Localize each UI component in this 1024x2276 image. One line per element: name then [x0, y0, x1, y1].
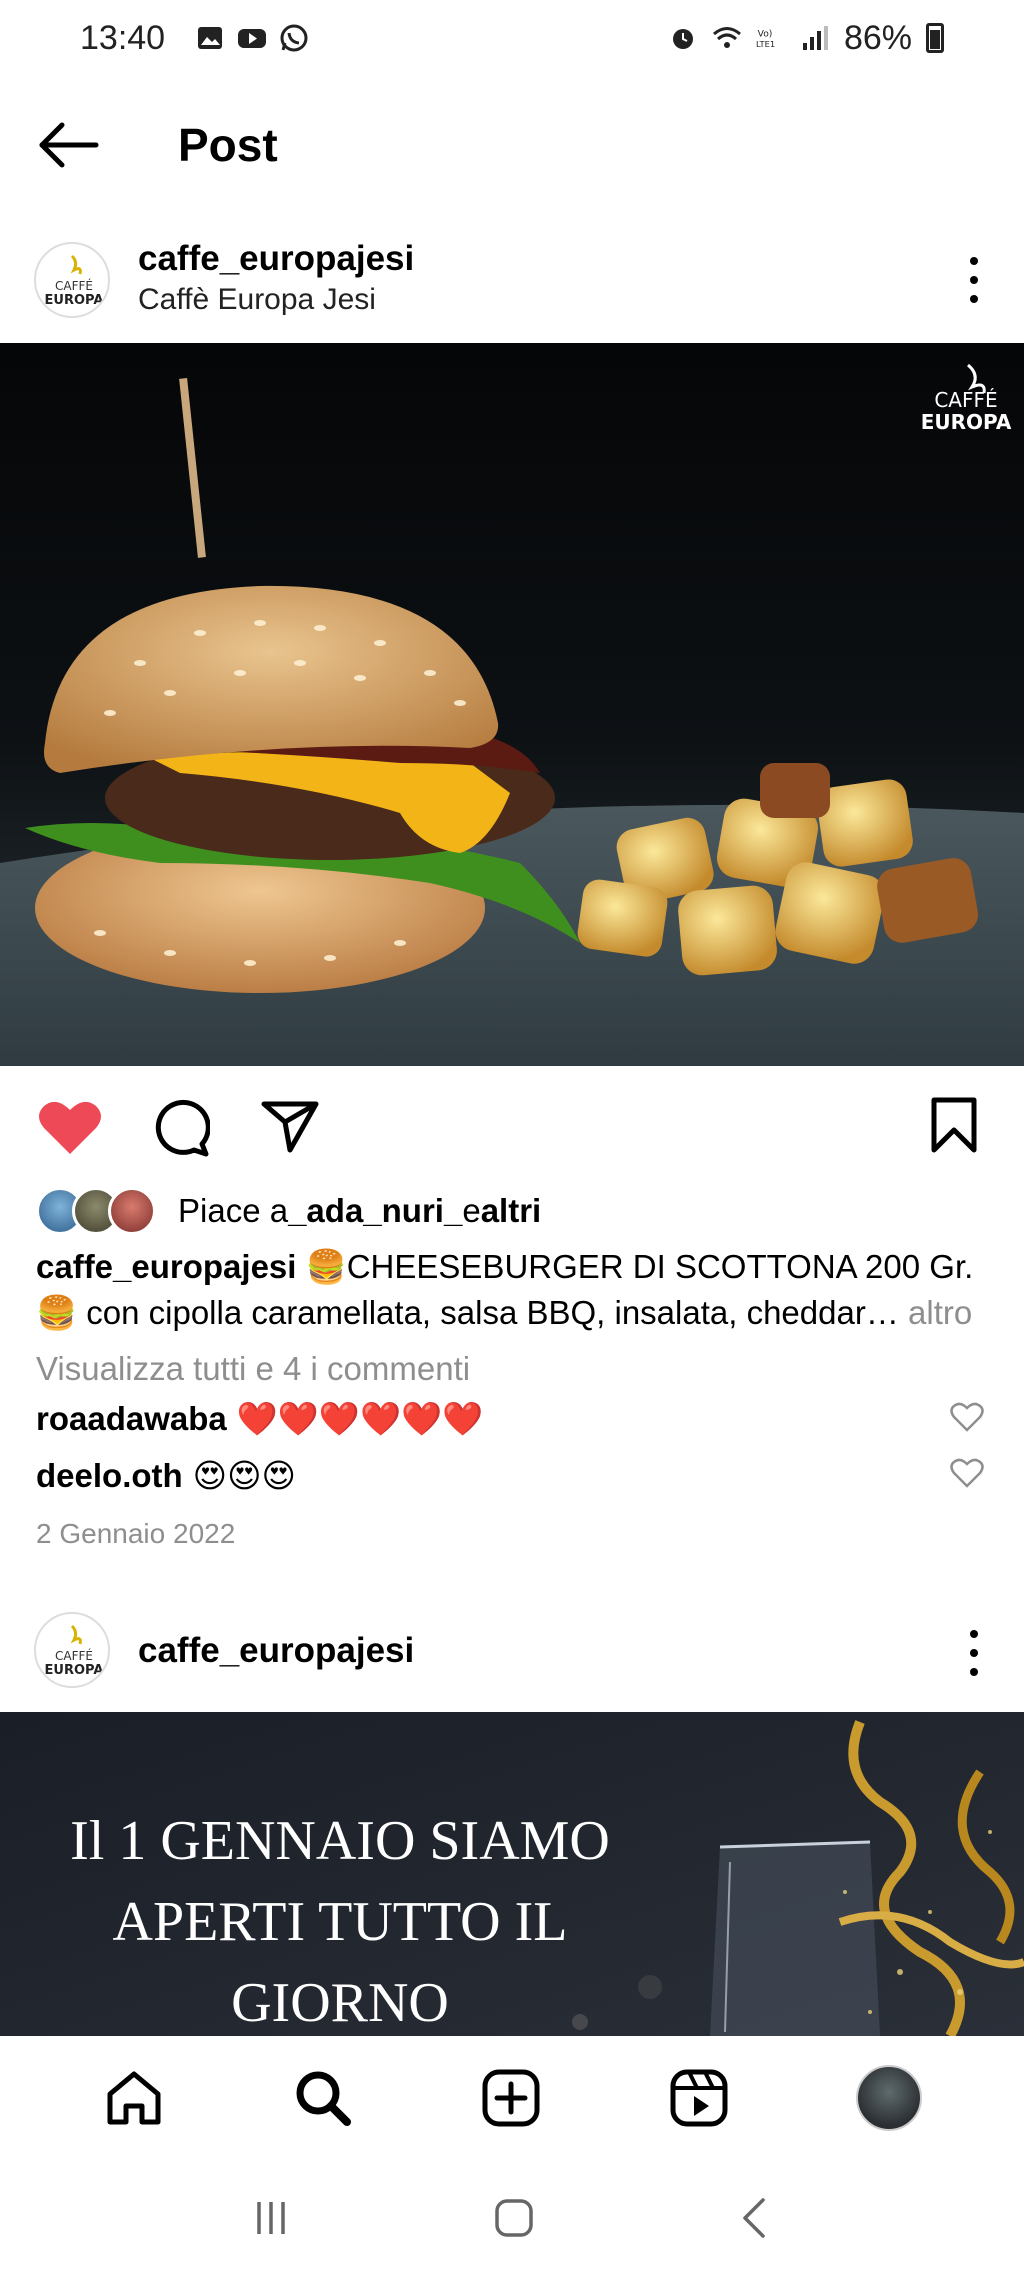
cheeseburger-photo: CAFFÉ EUROPA	[0, 343, 1024, 1066]
post-image[interactable]: CAFFÉ EUROPA	[0, 343, 1024, 1066]
bookmark-icon[interactable]	[930, 1096, 978, 1154]
caffe-europa-logo: CAFFÉ EUROPA	[45, 254, 104, 308]
share-icon[interactable]	[260, 1098, 320, 1154]
status-bar: 13:40 Vo) LTE1 86%	[0, 0, 1024, 76]
svg-text:CAFFÉ: CAFFÉ	[55, 278, 93, 293]
svg-text:EUROPA: EUROPA	[45, 1663, 104, 1678]
watermark-top: CAFFÉ	[934, 388, 997, 412]
comment-icon[interactable]	[150, 1098, 210, 1158]
likes-prefix: Piace a	[178, 1192, 289, 1229]
post-header: CAFFÉ EUROPA caffe_europajesi Caffè Euro…	[0, 225, 1024, 335]
post-actions	[0, 1090, 1024, 1160]
headline-line-3: GIORNO	[231, 1972, 449, 2034]
more-options-icon[interactable]	[964, 255, 984, 305]
likes-user[interactable]: _ada_nuri_	[288, 1192, 462, 1230]
post-username[interactable]: caffe_europajesi	[138, 1631, 414, 1671]
more-options-icon[interactable]	[964, 1628, 984, 1678]
create-post-icon[interactable]	[479, 2066, 543, 2130]
status-time: 13:40	[80, 18, 166, 57]
svg-text:EUROPA: EUROPA	[45, 293, 104, 308]
new-year-photo: Il 1 GENNAIO SIAMO APERTI TUTTO IL GIORN…	[0, 1712, 1024, 2036]
comment-text: 😍😍😍	[192, 1457, 296, 1494]
post-image[interactable]: Il 1 GENNAIO SIAMO APERTI TUTTO IL GIORN…	[0, 1712, 1024, 2036]
svg-text:CAFFÉ: CAFFÉ	[55, 1648, 93, 1663]
post-caption: caffe_europajesi 🍔CHEESEBURGER DI SCOTTO…	[36, 1244, 996, 1336]
youtube-icon	[238, 29, 267, 48]
back-arrow-icon[interactable]	[38, 120, 100, 170]
recent-apps-icon[interactable]	[251, 2198, 291, 2238]
reels-icon[interactable]	[667, 2066, 731, 2130]
likes-others[interactable]: altri	[481, 1192, 542, 1230]
likes-mid: e	[462, 1192, 481, 1229]
post-username[interactable]: caffe_europajesi	[138, 239, 414, 279]
comment-username[interactable]: roaadawaba	[36, 1400, 227, 1437]
alarm-icon	[672, 29, 693, 49]
system-navigation	[0, 2160, 1024, 2276]
view-all-comments-link[interactable]: Visualizza tutti e 4 i commenti	[36, 1350, 470, 1388]
profile-avatar[interactable]: CAFFÉ EUROPA	[34, 1612, 110, 1688]
comment-like-icon[interactable]	[950, 1458, 984, 1488]
svg-text:Vo): Vo)	[758, 28, 773, 39]
comment-item: deelo.oth 😍😍😍	[36, 1456, 296, 1495]
svg-text:LTE1: LTE1	[756, 39, 775, 49]
likes-summary[interactable]: Piace a _ada_nuri_ e altri	[36, 1186, 541, 1236]
profile-avatar-nav[interactable]	[855, 2065, 922, 2131]
page-title: Post	[178, 119, 278, 171]
comment-item: roaadawaba ❤️❤️❤️❤️❤️❤️	[36, 1400, 483, 1439]
bottom-navigation	[0, 2036, 1024, 2160]
app-bar: Post	[0, 100, 1024, 190]
post-display-name[interactable]: Caffè Europa Jesi	[138, 283, 414, 317]
comment-like-icon[interactable]	[950, 1402, 984, 1432]
comment-text: ❤️❤️❤️❤️❤️❤️	[236, 1400, 484, 1437]
back-button-icon[interactable]	[737, 2196, 773, 2240]
liker-avatars	[36, 1187, 156, 1235]
comment-username[interactable]: deelo.oth	[36, 1457, 183, 1494]
whatsapp-icon	[280, 24, 308, 52]
post-header: CAFFÉ EUROPA caffe_europajesi	[0, 1595, 1024, 1705]
home-button-icon[interactable]	[492, 2196, 536, 2240]
headline-line-2: APERTI TUTTO IL	[113, 1891, 568, 1953]
caption-username[interactable]: caffe_europajesi	[36, 1248, 296, 1285]
home-icon[interactable]	[102, 2066, 166, 2130]
signal-icon	[802, 26, 828, 50]
caffe-europa-logo: CAFFÉ EUROPA	[45, 1624, 104, 1678]
watermark-bottom: EUROPA	[921, 410, 1012, 434]
wifi-icon	[712, 27, 741, 48]
like-heart-icon[interactable]	[38, 1098, 102, 1156]
volte-icon: Vo)LTE1	[756, 28, 775, 49]
battery-percent: 86%	[843, 18, 912, 57]
post-date: 2 Gennaio 2022	[36, 1518, 236, 1549]
gallery-icon	[198, 27, 223, 49]
profile-avatar[interactable]: CAFFÉ EUROPA	[34, 242, 110, 318]
search-icon[interactable]	[291, 2066, 355, 2130]
headline-line-1: Il 1 GENNAIO SIAMO	[70, 1810, 610, 1872]
battery-icon	[926, 23, 944, 53]
caption-more-link[interactable]: altro	[899, 1294, 972, 1331]
liker-avatar	[108, 1187, 156, 1235]
